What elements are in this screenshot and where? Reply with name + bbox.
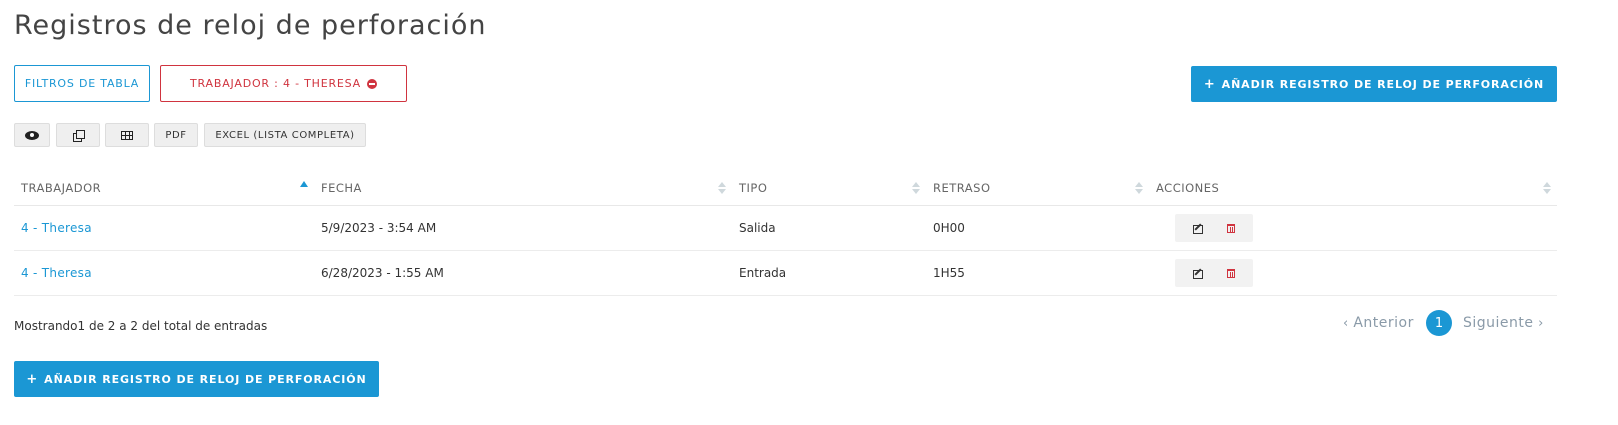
pagination-previous[interactable]: ‹ Anterior: [1343, 310, 1414, 336]
pdf-label: PDF: [165, 129, 187, 141]
trash-icon[interactable]: [1227, 223, 1236, 233]
copy-icon: [72, 129, 85, 142]
sort-asc-icon[interactable]: [300, 181, 308, 187]
date-cell: 6/28/2023 - 1:55 AM: [321, 266, 444, 280]
chevron-left-icon: ‹: [1343, 315, 1354, 331]
sort-icon[interactable]: [1543, 182, 1551, 194]
delay-cell: 0H00: [933, 221, 965, 235]
excel-button[interactable]: EXCEL (LISTA COMPLETA): [204, 123, 366, 147]
table-filters-button[interactable]: FILTROS DE TABLA: [14, 65, 150, 102]
table-header: TRABAJADOR FECHA TIPO RETRASO ACCIONES: [14, 170, 1557, 206]
column-header-date[interactable]: FECHA: [321, 170, 362, 206]
sort-icon[interactable]: [912, 182, 920, 194]
edit-icon[interactable]: [1192, 268, 1204, 279]
pdf-button[interactable]: PDF: [154, 123, 198, 147]
page-title: Registros de reloj de perforación: [14, 10, 487, 41]
type-cell: Entrada: [739, 266, 787, 280]
edit-icon[interactable]: [1192, 223, 1204, 234]
column-header-worker[interactable]: TRABAJADOR: [21, 170, 101, 206]
add-record-button-top[interactable]: + AÑADIR REGISTRO DE RELOJ DE PERFORACIÓ…: [1191, 66, 1557, 102]
sort-icon[interactable]: [718, 182, 726, 194]
pagination-page-1[interactable]: 1: [1426, 310, 1452, 336]
delay-cell: 1H55: [933, 266, 965, 280]
plus-icon: +: [1203, 76, 1216, 92]
worker-link[interactable]: 4 - Theresa: [21, 251, 92, 295]
records-table: TRABAJADOR FECHA TIPO RETRASO ACCIONES 4…: [14, 170, 1557, 296]
trash-icon[interactable]: [1227, 268, 1236, 278]
date-cell: 5/9/2023 - 3:54 AM: [321, 221, 437, 235]
copy-button[interactable]: [56, 123, 100, 147]
entries-info: Mostrando1 de 2 a 2 del total de entrada…: [14, 319, 268, 333]
table-filters-label: FILTROS DE TABLA: [24, 77, 140, 90]
add-record-label: AÑADIR REGISTRO DE RELOJ DE PERFORACIÓN: [44, 372, 367, 386]
add-record-label: AÑADIR REGISTRO DE RELOJ DE PERFORACIÓN: [1221, 77, 1545, 91]
column-visibility-button[interactable]: [14, 123, 50, 147]
sort-icon[interactable]: [1135, 182, 1143, 194]
plus-icon: +: [26, 371, 39, 387]
active-filter-chip[interactable]: TRABAJADOR : 4 - THERESA: [160, 65, 407, 102]
column-header-actions[interactable]: ACCIONES: [1156, 170, 1219, 206]
column-header-delay[interactable]: RETRASO: [933, 170, 991, 206]
excel-label: EXCEL (LISTA COMPLETA): [215, 129, 355, 141]
active-filter-label: TRABAJADOR : 4 - THERESA: [190, 77, 361, 90]
chevron-right-icon: ›: [1533, 315, 1544, 331]
table-icon: [121, 130, 133, 140]
type-cell: Salida: [739, 221, 776, 235]
add-record-button-bottom[interactable]: + AÑADIR REGISTRO DE RELOJ DE PERFORACIÓ…: [14, 361, 379, 397]
row-actions: [1175, 259, 1253, 287]
table-row: 4 - Theresa 6/28/2023 - 1:55 AM Entrada …: [14, 251, 1557, 296]
column-header-type[interactable]: TIPO: [739, 170, 767, 206]
remove-filter-icon[interactable]: [366, 78, 377, 89]
eye-icon: [25, 130, 39, 140]
worker-link[interactable]: 4 - Theresa: [21, 206, 92, 250]
table-row: 4 - Theresa 5/9/2023 - 3:54 AM Salida 0H…: [14, 206, 1557, 251]
csv-button[interactable]: [105, 123, 149, 147]
pagination-next[interactable]: Siguiente ›: [1463, 310, 1544, 336]
row-actions: [1175, 214, 1253, 242]
